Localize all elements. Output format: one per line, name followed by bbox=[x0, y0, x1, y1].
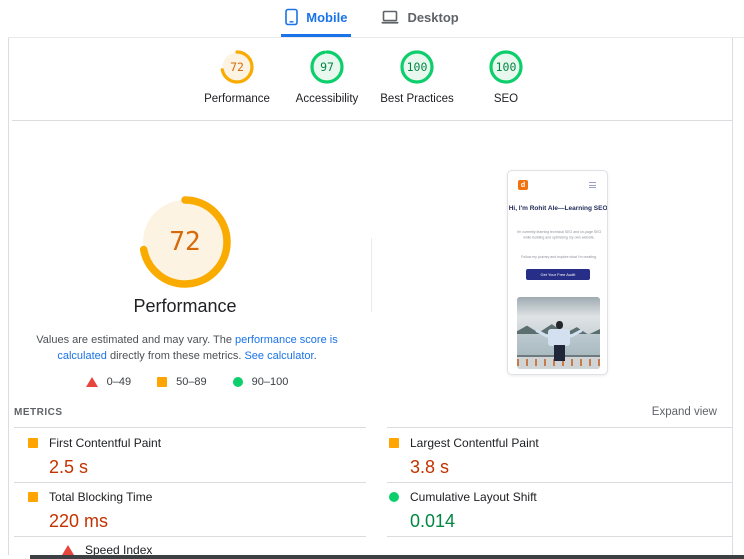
score-value: 100 bbox=[451, 60, 561, 74]
orange-square-icon bbox=[28, 492, 38, 502]
disclaimer-text: Values are estimated and may vary. The bbox=[36, 334, 235, 346]
disclaimer-text: directly from these metrics. bbox=[107, 350, 245, 362]
tab-mobile[interactable]: Mobile bbox=[281, 0, 351, 37]
legend-good-range: 90–100 bbox=[252, 376, 289, 388]
legend-average-range: 50–89 bbox=[176, 376, 207, 388]
metric-value: 2.5 s bbox=[49, 457, 161, 478]
metric-name: Largest Contentful Paint bbox=[410, 436, 539, 450]
metric-divider bbox=[14, 482, 366, 483]
green-circle-icon bbox=[233, 377, 243, 387]
metric-name: Total Blocking Time bbox=[49, 490, 152, 504]
site-logo: d bbox=[518, 180, 528, 190]
orange-square-icon bbox=[389, 438, 399, 448]
metric-divider bbox=[387, 536, 732, 537]
device-tabbar: Mobile Desktop bbox=[0, 0, 744, 37]
metric-value: 3.8 s bbox=[410, 457, 539, 478]
expand-view-button[interactable]: Expand view bbox=[652, 406, 717, 418]
metric-divider bbox=[387, 427, 732, 428]
metrics-section-title: METRICS bbox=[14, 407, 63, 418]
thumb-cta-button: Get Your Free Audit bbox=[526, 269, 590, 280]
score-label: SEO bbox=[451, 93, 561, 105]
summary-divider bbox=[371, 238, 372, 312]
red-triangle-icon bbox=[62, 545, 74, 555]
pagespeed-report: Mobile Desktop 72 Performance 97 Accessi… bbox=[0, 0, 744, 559]
metric-total-blocking-time: Total Blocking Time 220 ms bbox=[28, 490, 152, 532]
metric-divider bbox=[387, 482, 732, 483]
green-circle-icon bbox=[389, 492, 399, 502]
orange-square-icon bbox=[157, 377, 167, 387]
performance-gauge[interactable]: 72 bbox=[137, 194, 233, 290]
performance-heading: Performance bbox=[85, 296, 285, 317]
metric-name: Cumulative Layout Shift bbox=[410, 490, 537, 504]
thumb-paragraph: I'm currently learning technical SEO and… bbox=[515, 230, 604, 241]
card-left-border bbox=[8, 37, 9, 555]
tab-desktop[interactable]: Desktop bbox=[377, 0, 462, 37]
orange-square-icon bbox=[28, 438, 38, 448]
metric-largest-contentful-paint: Largest Contentful Paint 3.8 s bbox=[389, 436, 539, 478]
hamburger-menu-icon bbox=[589, 182, 596, 190]
disclaimer-text: . bbox=[314, 350, 317, 362]
see-calculator-link[interactable]: See calculator bbox=[244, 350, 313, 362]
red-triangle-icon bbox=[86, 377, 98, 387]
metric-name: First Contentful Paint bbox=[49, 436, 161, 450]
metric-value: 0.014 bbox=[410, 511, 537, 532]
thumb-paragraph: Follow my journey and explore what I'm c… bbox=[515, 255, 604, 260]
score-disclaimer: Values are estimated and may vary. The p… bbox=[22, 332, 352, 364]
metric-cumulative-layout-shift: Cumulative Layout Shift 0.014 bbox=[389, 490, 537, 532]
thumb-heading: Hi, I'm Rohit Ale—Learning SEO. bbox=[509, 204, 609, 212]
tab-mobile-label: Mobile bbox=[306, 10, 347, 25]
card-right-border bbox=[732, 37, 733, 555]
tab-desktop-label: Desktop bbox=[407, 10, 458, 25]
page-screenshot-thumbnail[interactable]: d Hi, I'm Rohit Ale—Learning SEO. I'm cu… bbox=[507, 170, 608, 375]
legend-poor: 0–49 bbox=[86, 376, 131, 388]
performance-score-value: 72 bbox=[137, 194, 233, 290]
desktop-laptop-icon bbox=[381, 10, 399, 25]
mobile-phone-icon bbox=[285, 8, 298, 26]
viewport-bottom-edge bbox=[30, 555, 744, 559]
legend-average: 50–89 bbox=[157, 376, 207, 388]
metric-divider bbox=[14, 536, 366, 537]
legend-good: 90–100 bbox=[233, 376, 289, 388]
metric-value: 220 ms bbox=[49, 511, 152, 532]
score-legend: 0–49 50–89 90–100 bbox=[22, 376, 352, 388]
metric-first-contentful-paint: First Contentful Paint 2.5 s bbox=[28, 436, 161, 478]
score-gauge-seo[interactable]: 100 SEO bbox=[451, 49, 561, 105]
card-top-border bbox=[8, 37, 744, 38]
metric-divider bbox=[14, 427, 366, 428]
thumb-hero-photo bbox=[517, 297, 600, 369]
scores-divider bbox=[12, 120, 732, 121]
legend-poor-range: 0–49 bbox=[107, 376, 131, 388]
